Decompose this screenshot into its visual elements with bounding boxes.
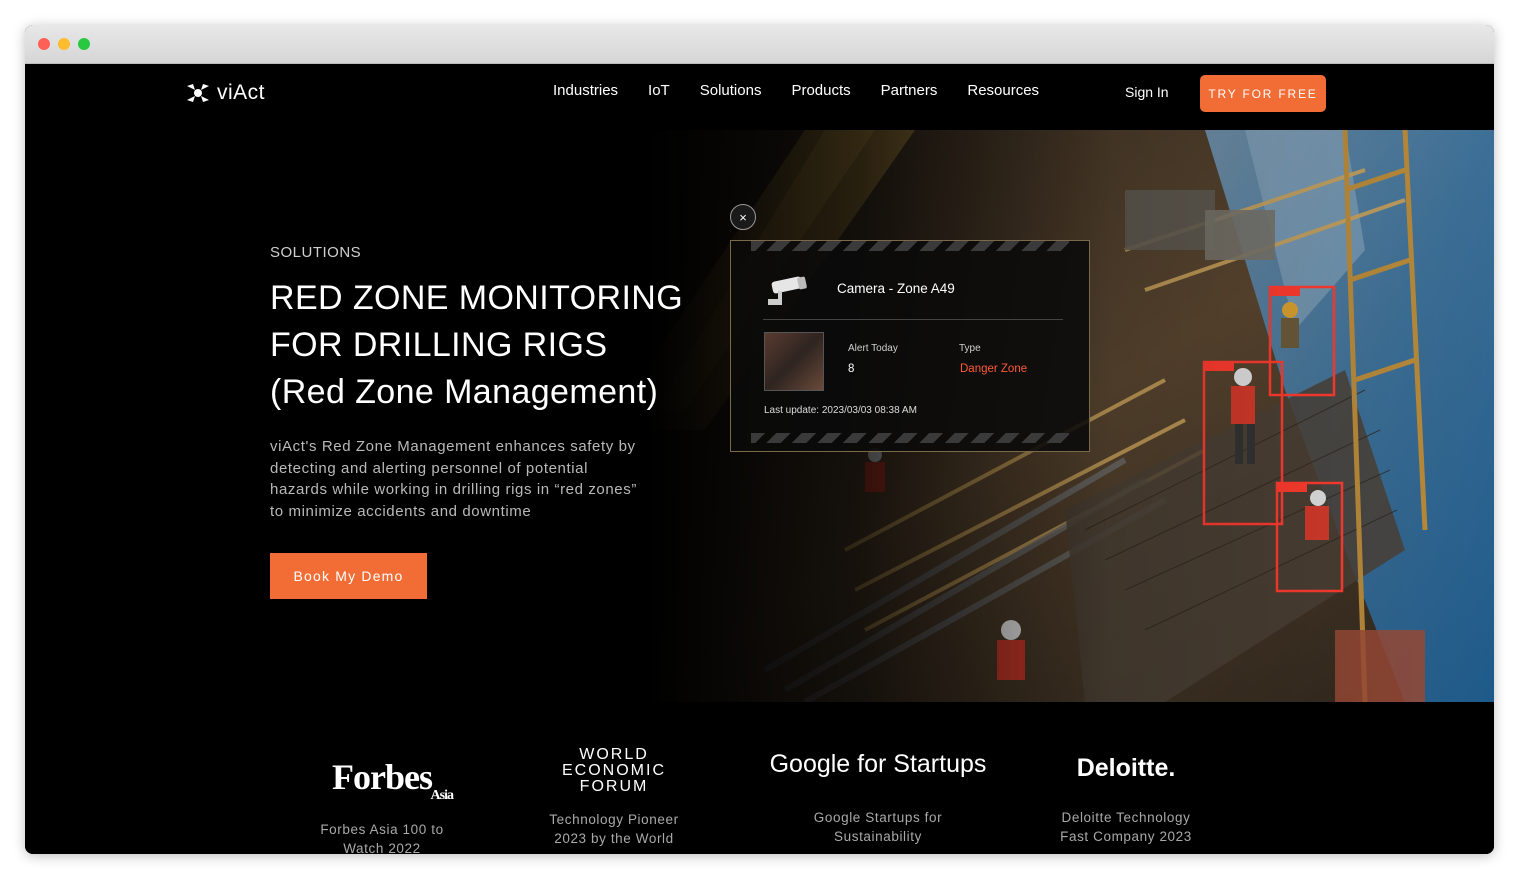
browser-window: viAct Industries IoT Solutions Products … — [25, 25, 1494, 854]
maximize-window-button[interactable] — [78, 38, 90, 50]
title-line-3: (Red Zone Management) — [270, 373, 659, 411]
alert-today-value: 8 — [848, 363, 855, 375]
google-startups-award: Google for Startups Google Startups for … — [765, 750, 991, 846]
wef-caption: Technology Pioneer 2023 by the World — [544, 811, 684, 848]
nav-item-partners[interactable]: Partners — [881, 82, 938, 99]
wef-caption-line-2: 2023 by the World — [554, 830, 674, 846]
forbes-logo-text: Forbes — [332, 757, 433, 797]
sign-in-link[interactable]: Sign In — [1125, 84, 1169, 100]
main-nav: Industries IoT Solutions Products Partne… — [553, 82, 1069, 99]
nav-item-iot[interactable]: IoT — [648, 82, 670, 99]
minimize-window-button[interactable] — [58, 38, 70, 50]
deloitte-caption: Deloitte Technology Fast Company 2023 — [1051, 809, 1201, 846]
section-kicker: SOLUTIONS — [270, 244, 362, 261]
wef-caption-line-1: Technology Pioneer — [549, 812, 679, 827]
deloitte-logo: Deloitte. — [1076, 754, 1176, 782]
title-line-2: FOR DRILLING RIGS — [270, 326, 608, 364]
hero-description: viAct's Red Zone Management enhances saf… — [270, 438, 637, 520]
camera-name: Camera - Zone A49 — [837, 281, 955, 296]
card-divider — [763, 319, 1063, 320]
forbes-asia-text: Asia — [430, 788, 454, 803]
nav-item-resources[interactable]: Resources — [967, 82, 1039, 99]
nav-item-solutions[interactable]: Solutions — [700, 82, 762, 99]
nav-item-products[interactable]: Products — [791, 82, 850, 99]
try-for-free-button[interactable]: TRY FOR FREE — [1200, 75, 1326, 112]
last-update: Last update: 2023/03/03 08:38 AM — [764, 405, 917, 416]
type-label: Type — [959, 343, 981, 354]
wef-logo-line-3: FORUM — [579, 778, 649, 795]
google-caption-line-1: Google Startups for — [813, 810, 943, 825]
brand-name: viAct — [217, 81, 266, 104]
google-for-startups-logo: Google for Startups — [769, 750, 987, 778]
forbes-caption-line-2: Watch 2022 — [343, 840, 421, 855]
wef-logo-line-2: ECONOMIC — [562, 762, 666, 779]
card-hazard-stripe-top — [751, 241, 1069, 251]
book-demo-button[interactable]: Book My Demo — [270, 553, 427, 599]
close-window-button[interactable] — [38, 38, 50, 50]
close-icon[interactable]: × — [730, 204, 756, 230]
alert-today-label: Alert Today — [848, 343, 898, 354]
card-hazard-stripe-bottom — [751, 433, 1069, 443]
page-title: RED ZONE MONITORING FOR DRILLING RIGS (R… — [270, 275, 700, 416]
deloitte-award: Deloitte. Deloitte Technology Fast Compa… — [1051, 754, 1201, 846]
wef-award: WORLD ECONOMIC FORUM Technology Pioneer … — [544, 747, 684, 848]
forbes-caption: Forbes Asia 100 to Watch 2022 — [315, 821, 449, 854]
camera-thumbnail — [764, 332, 824, 391]
viact-logo-mark-icon — [187, 84, 209, 102]
google-caption: Google Startups for Sustainability — [765, 809, 991, 846]
wef-logo-line-1: WORLD — [579, 746, 649, 763]
deloitte-caption-line-1: Deloitte Technology — [1061, 810, 1191, 825]
viact-logo[interactable]: viAct — [185, 81, 265, 105]
deloitte-caption-line-2: Fast Company 2023 — [1060, 828, 1192, 844]
forbes-award: Forbes Asia Forbes Asia 100 to Watch 2022 — [315, 756, 454, 854]
google-caption-line-2: Sustainability — [834, 828, 922, 844]
camera-alert-card: Camera - Zone A49 Alert Today 8 Type Dan… — [730, 240, 1090, 452]
type-value: Danger Zone — [960, 363, 1028, 375]
nav-item-industries[interactable]: Industries — [553, 82, 618, 99]
page-content: viAct Industries IoT Solutions Products … — [25, 64, 1494, 854]
security-camera-icon — [768, 276, 807, 305]
wef-logo: WORLD ECONOMIC FORUM — [544, 747, 684, 795]
title-line-1: RED ZONE MONITORING — [270, 279, 684, 317]
forbes-logo: Forbes Asia — [315, 756, 454, 803]
forbes-caption-line-1: Forbes Asia 100 to — [320, 822, 444, 837]
browser-titlebar — [25, 25, 1494, 64]
